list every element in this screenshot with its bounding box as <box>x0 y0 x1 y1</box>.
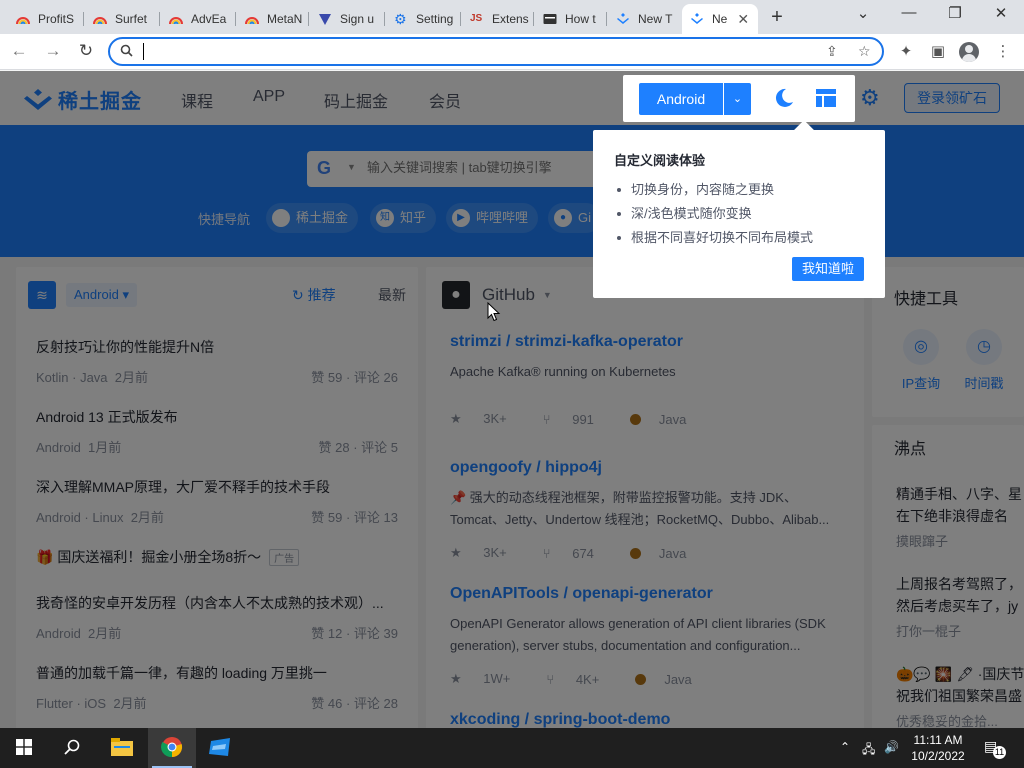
taskbar-clock[interactable]: 11:11 AM 10/2/2022 <box>906 732 970 764</box>
volume-icon[interactable]: 🔊 <box>884 740 899 754</box>
extensions-icon[interactable]: ✦ <box>895 42 917 60</box>
guide-list: 切换身份，内容随之更换 深/浅色模式随你变换 根据不同喜好切换不同布局模式 <box>615 178 813 250</box>
address-input[interactable] <box>142 43 802 61</box>
guide-title: 自定义阅读体验 <box>614 153 706 168</box>
search-icon[interactable] <box>48 728 96 768</box>
juejin-icon <box>616 12 630 26</box>
dark-mode-moon-icon[interactable] <box>773 87 795 109</box>
minimize-button[interactable]: — <box>894 4 924 21</box>
browser-tab[interactable]: AdvEa <box>161 4 236 34</box>
notification-center-icon[interactable]: ▤ 11 <box>984 738 1006 759</box>
browser-toolbar: ← → ↻ ⇪ ☆ ✦ ▣ ⋮ <box>0 34 1024 70</box>
browser-tab[interactable]: New T <box>608 4 680 34</box>
back-button[interactable]: ← <box>8 41 30 61</box>
app-taskbar-icon[interactable] <box>196 728 244 768</box>
profile-avatar[interactable] <box>959 42 979 62</box>
windows-taskbar: ⌃ 🖧 🔊 11:11 AM 10/2/2022 ▤ 11 <box>0 728 1024 768</box>
tab-label: Setting <box>416 12 454 26</box>
reading-guide-popup: 自定义阅读体验 切换身份，内容随之更换 深/浅色模式随你变换 根据不同喜好切换不… <box>593 130 885 298</box>
menu-icon[interactable]: ⋮ <box>992 42 1014 60</box>
tab-label: ProfitS <box>38 12 75 26</box>
page-viewport: 稀土掘金 课程 APP 码上掘金 会员 ⚙ 登录领矿石 G ▼ 快捷导航 稀土掘… <box>0 71 1024 728</box>
browser-tab[interactable]: ProfitS <box>8 4 84 34</box>
tab-separator <box>533 12 534 26</box>
guide-item: 切换身份，内容随之更换 <box>615 178 813 202</box>
role-switch-label[interactable]: Android <box>639 83 723 115</box>
windows-logo-icon <box>16 739 32 755</box>
triangle-icon <box>318 12 332 26</box>
browser-tab-active[interactable]: Ne ✕ <box>682 4 758 34</box>
mouse-cursor-icon <box>487 302 501 322</box>
chrome-taskbar-icon[interactable] <box>148 728 196 768</box>
network-icon[interactable]: 🖧 <box>862 740 875 761</box>
new-tab-button[interactable]: + <box>766 6 788 29</box>
restore-button[interactable]: ❐ <box>940 4 970 22</box>
tab-label: AdvEa <box>191 12 227 26</box>
tab-label: Ne <box>712 12 728 26</box>
layout-switch-icon[interactable] <box>815 87 837 109</box>
guide-item: 深/浅色模式随你变换 <box>615 202 813 226</box>
rainbow-icon <box>169 12 183 26</box>
role-dropdown-icon[interactable]: ⌄ <box>724 83 751 115</box>
terminal-icon <box>543 12 557 26</box>
rainbow-icon <box>245 12 259 26</box>
tab-separator <box>460 12 461 26</box>
clock-date: 10/2/2022 <box>911 749 965 763</box>
clock-time: 11:11 AM <box>913 733 963 747</box>
share-icon[interactable]: ⇪ <box>826 43 838 60</box>
bookmark-star-icon[interactable]: ☆ <box>858 43 871 60</box>
tab-label: MetaN <box>267 12 303 26</box>
got-it-button[interactable]: 我知道啦 <box>792 257 864 281</box>
role-switch-button[interactable]: Android ⌄ <box>639 83 751 115</box>
forward-button[interactable]: → <box>42 41 64 61</box>
js-icon: JS <box>470 13 483 24</box>
search-icon <box>120 44 133 60</box>
tab-label: Sign u <box>340 12 375 26</box>
guide-highlight-box: Android ⌄ <box>623 75 855 122</box>
tab-separator <box>606 12 607 26</box>
tab-separator <box>308 12 309 26</box>
gear-icon: ⚙ <box>394 11 407 27</box>
guide-item: 根据不同喜好切换不同布局模式 <box>615 226 813 250</box>
start-button[interactable] <box>0 728 48 768</box>
tab-separator <box>384 12 385 26</box>
file-explorer-icon[interactable] <box>98 728 146 768</box>
close-tab-icon[interactable]: ✕ <box>737 11 749 28</box>
tab-label: Surfet <box>115 12 148 26</box>
close-window-button[interactable]: ✕ <box>986 4 1016 22</box>
juejin-icon <box>690 12 704 26</box>
tab-search-chevron-icon[interactable]: ⌄ <box>848 4 878 22</box>
tab-label: Extens <box>492 12 529 26</box>
browser-tab[interactable]: How t <box>535 4 607 34</box>
rainbow-icon <box>16 12 30 26</box>
reload-button[interactable]: ↻ <box>75 41 97 61</box>
address-bar[interactable]: ⇪ ☆ <box>108 37 884 66</box>
tab-label: How t <box>565 12 596 26</box>
browser-tab[interactable]: Sign u <box>310 4 385 34</box>
tab-separator <box>83 12 84 26</box>
side-panel-icon[interactable]: ▣ <box>927 42 949 60</box>
tab-separator <box>159 12 160 26</box>
rainbow-icon <box>93 12 107 26</box>
browser-tab[interactable]: Surfet <box>85 4 160 34</box>
browser-tab[interactable]: MetaN <box>237 4 309 34</box>
tab-label: New T <box>638 12 673 26</box>
browser-tab[interactable]: JS Extens <box>462 4 534 34</box>
browser-tab[interactable]: ⚙ Setting <box>386 4 461 34</box>
tab-separator <box>235 12 236 26</box>
notification-count-badge: 11 <box>993 746 1006 759</box>
text-caret <box>143 43 144 60</box>
tray-chevron-icon[interactable]: ⌃ <box>840 740 850 754</box>
browser-tab-strip: ProfitS Surfet AdvEa MetaN Sign u ⚙ Setti… <box>0 0 1024 34</box>
